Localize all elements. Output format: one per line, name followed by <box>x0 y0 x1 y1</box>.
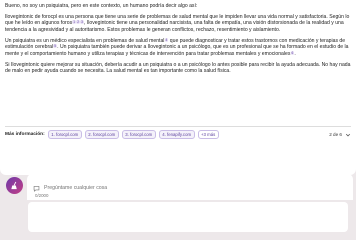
citation-ref[interactable]: 1 <box>72 20 76 25</box>
response-text-segment: Bueno, no soy un psiquiatra, pero en est… <box>5 3 198 9</box>
source-chip[interactable]: 4. fenapify.com <box>158 130 195 139</box>
source-chip[interactable]: 1. forocpl.com <box>47 130 82 139</box>
chat-input-panel: 0/2000 <box>27 174 353 200</box>
response-text: Bueno, no soy un psiquiatra, pero en est… <box>5 3 351 74</box>
pager-text: 2 de 6 <box>329 132 342 137</box>
char-counter: 0/2000 <box>35 193 49 198</box>
source-chip[interactable]: 3. forocpl.com <box>121 130 156 139</box>
response-text-segment: . Un psiquiatra también puede derivar a … <box>5 44 349 57</box>
response-paragraph: Ilovegintonic de forocpl es una persona … <box>5 14 351 33</box>
more-sources-chip[interactable]: +3 más <box>197 130 219 139</box>
response-text-segment: Un psiquiatra es un médico especialista … <box>5 37 165 44</box>
response-paragraph: Si Ilovegintonic quiere mejorar su situa… <box>5 62 351 75</box>
response-pager: 2 de 6 <box>327 131 351 138</box>
broom-icon[interactable] <box>6 177 23 194</box>
more-info-label: Más información: <box>5 132 45 137</box>
more-info-bar: Más información: 1. forocpl.com 2. foroc… <box>5 129 351 140</box>
composer-box[interactable] <box>28 202 348 232</box>
response-paragraph: Un psiquiatra es un médico especialista … <box>5 37 351 57</box>
response-text-segment: . <box>294 50 296 57</box>
response-paragraph: Bueno, no soy un psiquiatra, pero en est… <box>5 3 351 9</box>
source-chip[interactable]: 2. forocpl.com <box>84 130 119 139</box>
response-text-segment: Si Ilovegintonic quiere mejorar su situa… <box>5 61 351 74</box>
chevron-down-icon[interactable] <box>344 131 351 138</box>
response-card: Bueno, no soy un psiquiatra, pero en est… <box>0 0 356 175</box>
citation-ref[interactable]: 2 <box>76 20 80 25</box>
chat-input[interactable] <box>44 185 294 191</box>
divider <box>5 126 351 127</box>
